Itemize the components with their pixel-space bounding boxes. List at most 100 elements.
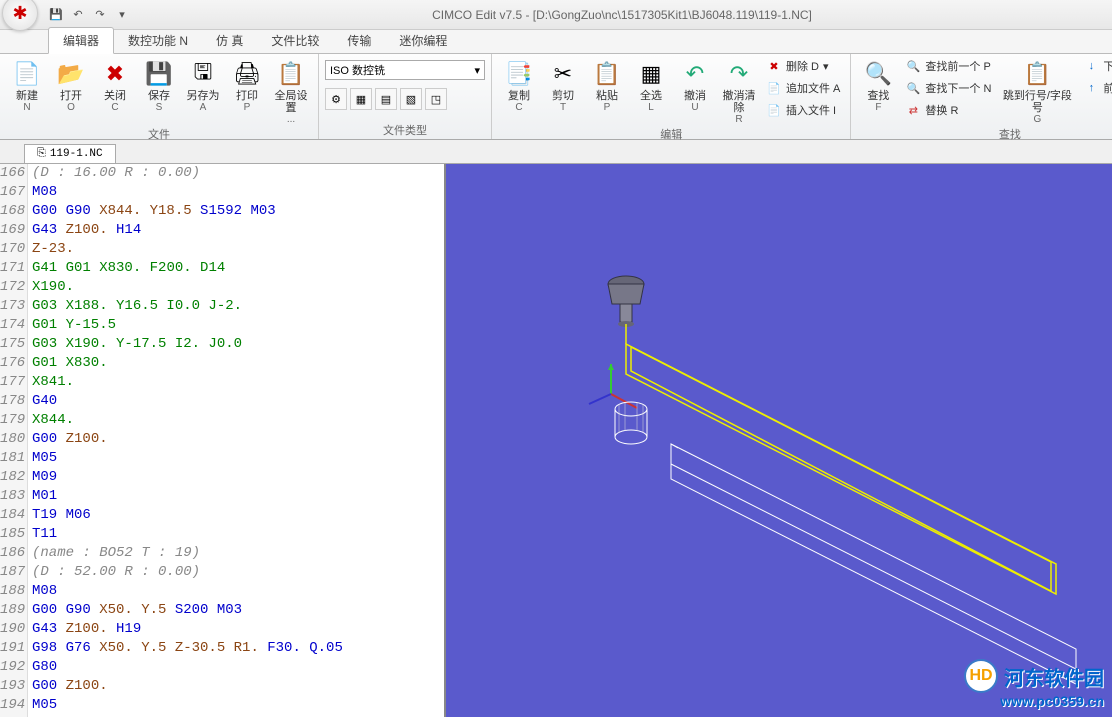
- code-line[interactable]: 181M05: [0, 449, 444, 468]
- save-button[interactable]: 💾保存S: [138, 56, 180, 113]
- code-line[interactable]: 173G03 X188. Y16.5 I0.0 J-2.: [0, 297, 444, 316]
- qat-save-icon[interactable]: 💾: [46, 5, 66, 25]
- new-button[interactable]: 📄新建N: [6, 56, 48, 113]
- code-line[interactable]: 168G00 G90 X844. Y18.5 S1592 M03: [0, 202, 444, 221]
- code-line[interactable]: 184T19 M06: [0, 506, 444, 525]
- qat-dropdown-icon[interactable]: ▾: [112, 5, 132, 25]
- group-filetype-label: 文件类型: [325, 121, 485, 139]
- 3d-viewer[interactable]: HD 河东软件园 www.pc0359.cn: [446, 164, 1112, 717]
- line-number: 194: [0, 696, 28, 715]
- code-line[interactable]: 166(D : 16.00 R : 0.00): [0, 164, 444, 183]
- code-line[interactable]: 172X190.: [0, 278, 444, 297]
- filetype-tool3-icon[interactable]: ▤: [375, 88, 397, 110]
- document-tab-icon: ⎘: [37, 148, 46, 160]
- undo-button[interactable]: ↶撤消U: [674, 56, 716, 113]
- nextchange-button[interactable]: ↓下一个换刀: [1079, 56, 1112, 76]
- tab-transfer[interactable]: 传输: [333, 28, 385, 53]
- code-line[interactable]: 170Z-23.: [0, 240, 444, 259]
- tab-nc-functions[interactable]: 数控功能 N: [114, 28, 202, 53]
- code-line[interactable]: 192G80: [0, 658, 444, 677]
- line-number: 184: [0, 506, 28, 525]
- tab-editor[interactable]: 编辑器: [48, 27, 114, 54]
- line-code: Z-23.: [28, 240, 74, 259]
- filetype-tool4-icon[interactable]: ▧: [400, 88, 422, 110]
- line-number: 182: [0, 468, 28, 487]
- copy-icon: 📑: [503, 58, 535, 90]
- code-line[interactable]: 191G98 G76 X50. Y.5 Z-30.5 R1. F30. Q.05: [0, 639, 444, 658]
- filetype-combo[interactable]: ISO 数控铣▾: [325, 60, 485, 80]
- goto-button[interactable]: 📋跳到行号/字段号G: [997, 56, 1077, 125]
- replace-button[interactable]: ⇄替换 R: [901, 100, 995, 120]
- insertfile-button[interactable]: 📄插入文件 I: [762, 100, 844, 120]
- code-line[interactable]: 179X844.: [0, 411, 444, 430]
- toolpath-preview: [446, 164, 1112, 717]
- code-line[interactable]: 185T11: [0, 525, 444, 544]
- findprev-icon: 🔍: [905, 58, 921, 74]
- findprev-button[interactable]: 🔍查找前一个 P: [901, 56, 995, 76]
- redo-icon: ↷: [723, 58, 755, 90]
- line-code: X841.: [28, 373, 74, 392]
- close-button[interactable]: ✖关闭C: [94, 56, 136, 113]
- watermark-url: www.pc0359.cn: [964, 693, 1104, 709]
- prevchange-button[interactable]: ↑前一个换刀: [1079, 78, 1112, 98]
- line-code: G03 X188. Y16.5 I0.0 J-2.: [28, 297, 242, 316]
- redo-button[interactable]: ↷撤消清除R: [718, 56, 760, 125]
- code-line[interactable]: 180G00 Z100.: [0, 430, 444, 449]
- line-code: (name : BO52 T : 19): [28, 544, 200, 563]
- filetype-tool5-icon[interactable]: ◳: [425, 88, 447, 110]
- qat-redo-icon[interactable]: ↷: [90, 5, 110, 25]
- line-number: 185: [0, 525, 28, 544]
- global-settings-button[interactable]: 📋全局设置...: [270, 56, 312, 125]
- watermark-logo-icon: HD: [964, 659, 998, 693]
- code-line[interactable]: 194M05: [0, 696, 444, 715]
- code-editor[interactable]: 166(D : 16.00 R : 0.00)167M08168G00 G90 …: [0, 164, 446, 717]
- paste-button[interactable]: 📋粘贴P: [586, 56, 628, 113]
- selectall-button[interactable]: ▦全选L: [630, 56, 672, 113]
- delete-button[interactable]: ✖删除 D▾: [762, 56, 844, 76]
- code-line[interactable]: 183M01: [0, 487, 444, 506]
- code-line[interactable]: 189G00 G90 X50. Y.5 S200 M03: [0, 601, 444, 620]
- code-line[interactable]: 176G01 X830.: [0, 354, 444, 373]
- code-line[interactable]: 174G01 Y-15.5: [0, 316, 444, 335]
- code-line[interactable]: 190G43 Z100. H19: [0, 620, 444, 639]
- filetype-tool1-icon[interactable]: ⚙: [325, 88, 347, 110]
- find-button[interactable]: 🔍查找F: [857, 56, 899, 113]
- addfile-button[interactable]: 📄追加文件 A: [762, 78, 844, 98]
- tab-simulation[interactable]: 仿 真: [202, 28, 257, 53]
- line-code: M05: [28, 696, 57, 715]
- chevron-down-icon: ▾: [823, 60, 829, 73]
- code-line[interactable]: 193G00 Z100.: [0, 677, 444, 696]
- line-code: G43 Z100. H19: [28, 620, 141, 639]
- line-code: M05: [28, 449, 57, 468]
- code-line[interactable]: 169G43 Z100. H14: [0, 221, 444, 240]
- saveas-button[interactable]: 🖫另存为A: [182, 56, 224, 113]
- prevchange-icon: ↑: [1083, 80, 1099, 96]
- code-line[interactable]: 178G40: [0, 392, 444, 411]
- window-title: CIMCO Edit v7.5 - [D:\GongZuo\nc\1517305…: [132, 8, 1112, 22]
- tab-file-compare[interactable]: 文件比较: [257, 28, 333, 53]
- code-line[interactable]: 175G03 X190. Y-17.5 I2. J0.0: [0, 335, 444, 354]
- code-line[interactable]: 187(D : 52.00 R : 0.00): [0, 563, 444, 582]
- open-button[interactable]: 📂打开O: [50, 56, 92, 113]
- findnext-button[interactable]: 🔍查找下一个 N: [901, 78, 995, 98]
- code-line[interactable]: 167M08: [0, 183, 444, 202]
- qat-undo-icon[interactable]: ↶: [68, 5, 88, 25]
- document-tab[interactable]: ⎘ 119-1.NC: [24, 144, 116, 163]
- line-number: 173: [0, 297, 28, 316]
- code-line[interactable]: 171G41 G01 X830. F200. D14: [0, 259, 444, 278]
- app-menu-icon[interactable]: ✱: [2, 0, 38, 31]
- line-number: 188: [0, 582, 28, 601]
- group-find-label: 查找: [857, 125, 1112, 143]
- copy-button[interactable]: 📑复制C: [498, 56, 540, 113]
- findnext-icon: 🔍: [905, 80, 921, 96]
- code-line[interactable]: 182M09: [0, 468, 444, 487]
- tab-mini-programming[interactable]: 迷你编程: [385, 28, 461, 53]
- code-line[interactable]: 188M08: [0, 582, 444, 601]
- line-code: G00 G90 X50. Y.5 S200 M03: [28, 601, 242, 620]
- code-line[interactable]: 177X841.: [0, 373, 444, 392]
- filetype-tool2-icon[interactable]: ▦: [350, 88, 372, 110]
- line-number: 168: [0, 202, 28, 221]
- code-line[interactable]: 186(name : BO52 T : 19): [0, 544, 444, 563]
- print-button[interactable]: 🖨打印P: [226, 56, 268, 113]
- cut-button[interactable]: ✂剪切T: [542, 56, 584, 113]
